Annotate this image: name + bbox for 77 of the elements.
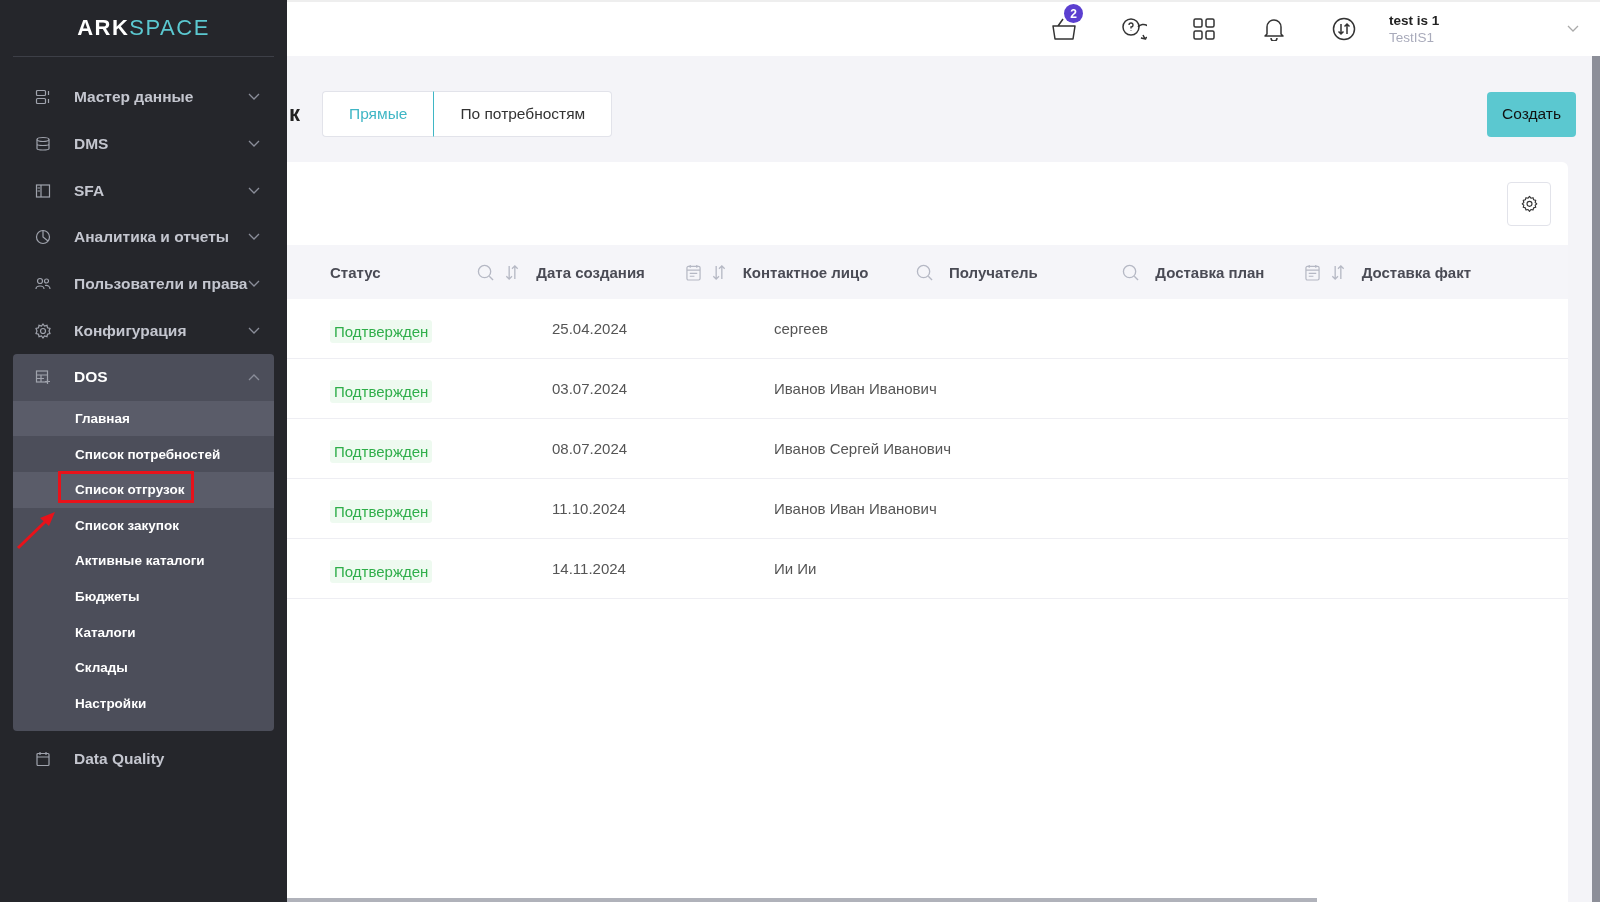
column-header[interactable]: Доставка план (1155, 263, 1265, 281)
gear-icon (35, 322, 51, 339)
search-icon[interactable] (477, 263, 495, 281)
submenu-item[interactable]: Бюджеты (13, 578, 274, 615)
search-icon[interactable] (1122, 263, 1140, 281)
logo: ARKSPACE (76, 14, 211, 42)
submenu-item[interactable]: Список потребностей (13, 436, 274, 472)
status-badge: Подтвержден (330, 319, 433, 343)
column-header[interactable]: Получатель (949, 263, 1038, 281)
menu-item[interactable]: DMS (13, 120, 274, 168)
submenu-item[interactable]: Список отгрузок (13, 472, 274, 508)
user-login: TestIS1 (1389, 30, 1436, 45)
menu-item[interactable]: Пользователи и права (13, 260, 274, 308)
column-header[interactable]: Контактное лицо (742, 263, 869, 281)
menu-item[interactable]: Data Quality (13, 735, 274, 782)
chevron-icon (248, 186, 260, 195)
submenu-item[interactable]: Каталоги (13, 614, 274, 650)
database-icon (35, 136, 51, 153)
scrollbar[interactable] (1592, 56, 1600, 902)
notification-icon[interactable] (1261, 17, 1287, 41)
pie-icon (35, 229, 51, 246)
table-cell: Иванов Иван Иванович (774, 380, 937, 397)
menu-item[interactable]: Аналитика и отчеты (13, 214, 274, 261)
list-icon (35, 89, 51, 106)
settings-icon (1520, 195, 1538, 212)
apps-grid-icon[interactable] (1191, 18, 1217, 40)
submenu-item[interactable]: Главная (13, 400, 274, 437)
submenu-item[interactable]: Склады (13, 649, 274, 686)
submenu-item[interactable]: Настройки (13, 685, 274, 722)
count-badge: 2 (1064, 4, 1083, 23)
table-cell: 25.04.2024 (552, 320, 628, 337)
column-header[interactable]: Статус (330, 263, 381, 281)
scrollbar[interactable] (287, 898, 1317, 902)
chevron-icon (248, 233, 260, 242)
panel-icon (35, 182, 51, 199)
table-cell: 03.07.2024 (552, 380, 628, 397)
user-name: test is 1 (1389, 13, 1441, 28)
status-badge: Подтвержден (330, 379, 433, 403)
menu-item[interactable]: Конфигурация (13, 307, 274, 355)
chevron-icon (248, 93, 260, 102)
settings-button[interactable] (1507, 181, 1551, 226)
menu-item[interactable]: DOS (13, 354, 274, 401)
calendar-icon[interactable] (1304, 263, 1320, 281)
sort-icon[interactable] (710, 263, 727, 281)
menu-item[interactable]: SFA (13, 167, 274, 215)
basket-icon[interactable] (1051, 17, 1077, 41)
table-cell: Иванов Иван Иванович (774, 500, 937, 517)
calendar-icon[interactable] (685, 263, 701, 281)
submenu-item[interactable]: Список закупок (13, 507, 274, 544)
sync-arrows-icon[interactable] (1331, 17, 1357, 41)
sort-icon[interactable] (504, 263, 521, 281)
table-cell: Ии Ии (774, 560, 817, 577)
help-chat-icon[interactable] (1121, 17, 1147, 41)
status-badge: Подтвержден (330, 559, 433, 583)
calendar-icon (35, 750, 51, 767)
chevron-icon[interactable] (1567, 25, 1579, 33)
column-header[interactable]: Доставка факт (1361, 263, 1472, 281)
chevron-icon (248, 326, 260, 335)
menu-item[interactable]: Мастер данные (13, 74, 274, 121)
page-title: к (289, 101, 301, 127)
tab[interactable]: По потребностям (434, 91, 613, 137)
column-header[interactable]: Дата создания (536, 263, 645, 281)
submenu-item[interactable]: Активные каталоги (13, 543, 274, 579)
search-icon[interactable] (916, 263, 933, 281)
chevron-icon (248, 373, 260, 382)
table-cell: Иванов Сергей Иванович (774, 440, 951, 457)
table-icon (35, 369, 51, 386)
table-cell: 11.10.2024 (552, 500, 626, 517)
table-cell: сергеев (774, 320, 828, 337)
create-button[interactable]: Создать (1487, 91, 1576, 137)
chevron-icon (248, 140, 260, 149)
sort-icon[interactable] (1329, 263, 1346, 281)
table-cell: 14.11.2024 (552, 560, 626, 577)
table-cell: 08.07.2024 (552, 440, 628, 457)
status-badge: Подтвержден (330, 439, 433, 463)
chevron-icon (248, 280, 260, 289)
status-badge: Подтвержден (330, 499, 433, 523)
